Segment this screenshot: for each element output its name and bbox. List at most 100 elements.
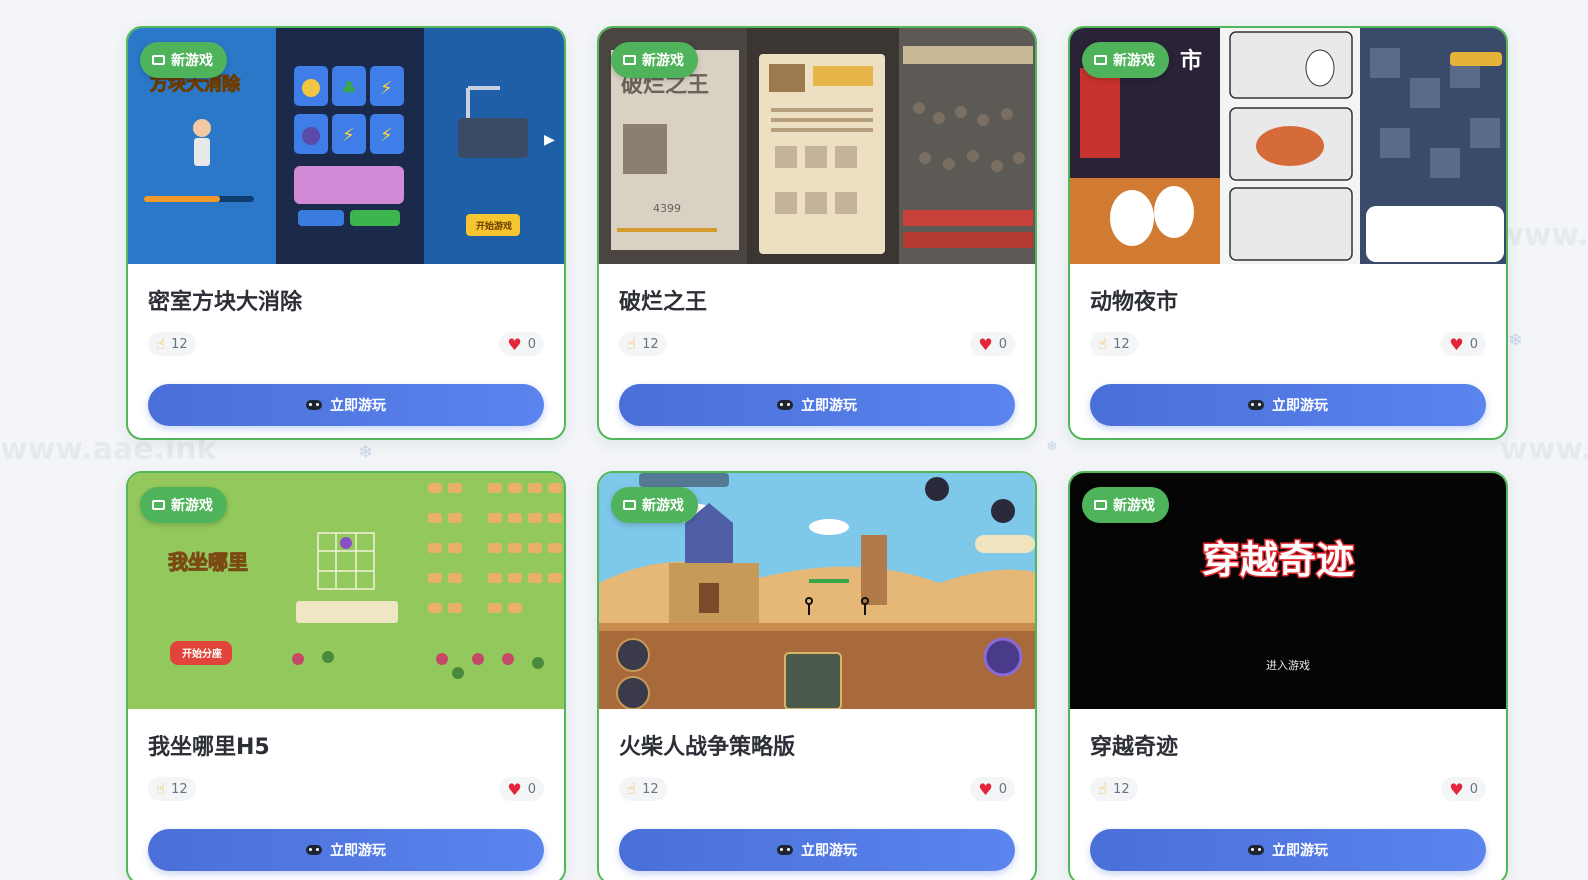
game-card[interactable]: 方块大消除 ♣ ⚡ ⚡ ⚡ 开始游戏 ▶ 新游戏 密室方块大消除 ☝ 12 ♥ … <box>126 26 566 440</box>
badge-icon <box>1094 55 1107 65</box>
play-now-button[interactable]: 立即游玩 <box>619 829 1015 871</box>
play-now-label: 立即游玩 <box>330 843 386 859</box>
sign-text: 市 <box>1180 48 1202 74</box>
heart-icon[interactable]: ♥ <box>978 780 992 799</box>
game-thumbnail[interactable]: 穿越奇迹 进入游戏 新游戏 <box>1070 473 1506 709</box>
svg-text:⚡: ⚡ <box>380 78 393 99</box>
game-title[interactable]: 穿越奇迹 <box>1090 729 1178 761</box>
pointer-hand-icon: ☝ <box>627 335 637 353</box>
play-now-button[interactable]: 立即游玩 <box>148 384 544 426</box>
like-button[interactable]: ♥ 0 <box>970 777 1015 801</box>
like-button[interactable]: ♥ 0 <box>1441 332 1486 356</box>
badge-icon <box>623 500 636 510</box>
game-title[interactable]: 我坐哪里H5 <box>148 729 270 761</box>
enter-game-label: 进入游戏 <box>1266 659 1310 672</box>
like-button[interactable]: ♥ 0 <box>499 332 544 356</box>
heart-icon[interactable]: ♥ <box>507 335 521 354</box>
game-stats: ☝ 12 ♥ 0 <box>1090 777 1486 801</box>
pointer-hand-icon: ☝ <box>1098 780 1108 798</box>
badge-label: 新游戏 <box>642 498 684 514</box>
game-stats: ☝ 12 ♥ 0 <box>148 777 544 801</box>
snowflake-icon: ❄ <box>1508 330 1524 351</box>
new-game-badge: 新游戏 <box>1082 487 1169 523</box>
game-thumbnail[interactable]: 市 新游戏 <box>1070 28 1506 264</box>
play-count: ☝ 12 <box>1090 332 1138 356</box>
game-title[interactable]: 动物夜市 <box>1090 284 1178 316</box>
play-count-value: 12 <box>642 781 659 797</box>
svg-text:⚡: ⚡ <box>342 125 355 146</box>
heart-icon[interactable]: ♥ <box>1449 335 1463 354</box>
play-count-value: 12 <box>171 781 188 797</box>
svg-text:♣: ♣ <box>341 78 357 99</box>
play-count: ☝ 12 <box>619 332 667 356</box>
play-count: ☝ 12 <box>148 332 196 356</box>
badge-label: 新游戏 <box>1113 53 1155 69</box>
pointer-hand-icon: ☝ <box>627 780 637 798</box>
new-game-badge: 新游戏 <box>611 42 698 78</box>
play-count-value: 12 <box>1113 336 1130 352</box>
start-label: 开始分座 <box>182 647 222 660</box>
play-now-button[interactable]: 立即游玩 <box>1090 384 1486 426</box>
pointer-hand-icon: ☝ <box>156 780 166 798</box>
gamepad-icon <box>1248 845 1264 855</box>
watermark: www.aae.ink <box>1500 432 1588 467</box>
badge-icon <box>152 55 165 65</box>
svg-text:⚡: ⚡ <box>380 125 393 146</box>
svg-text:▶: ▶ <box>544 132 555 148</box>
play-count: ☝ 12 <box>148 777 196 801</box>
like-count-value: 0 <box>998 781 1007 797</box>
play-now-label: 立即游玩 <box>330 398 386 414</box>
like-count-value: 0 <box>1469 781 1478 797</box>
game-title[interactable]: 密室方块大消除 <box>148 284 302 316</box>
pointer-hand-icon: ☝ <box>1098 335 1108 353</box>
splash-title: 我坐哪里 <box>168 550 248 574</box>
badge-label: 新游戏 <box>1113 498 1155 514</box>
game-card[interactable]: 市 新游戏 动物夜市 ☝ 12 ♥ 0 立即游玩 <box>1068 26 1508 440</box>
like-count-value: 0 <box>527 781 536 797</box>
start-label: 开始游戏 <box>476 220 512 232</box>
game-thumbnail[interactable]: 破烂之王 4399 新游戏 <box>599 28 1035 264</box>
game-title[interactable]: 火柴人战争策略版 <box>619 729 795 761</box>
badge-icon <box>152 500 165 510</box>
page: ❄ ❄ ❄ ❄ ❄ www.aae.ink www.aae.ink www.aa… <box>0 0 1588 880</box>
like-button[interactable]: ♥ 0 <box>1441 777 1486 801</box>
play-now-button[interactable]: 立即游玩 <box>619 384 1015 426</box>
score-text: 4399 <box>653 202 681 215</box>
game-stats: ☝ 12 ♥ 0 <box>148 332 544 356</box>
play-now-label: 立即游玩 <box>801 398 857 414</box>
watermark: www.aae.ink <box>1496 218 1588 253</box>
badge-label: 新游戏 <box>171 53 213 69</box>
heart-icon[interactable]: ♥ <box>507 780 521 799</box>
gamepad-icon <box>306 400 322 410</box>
heart-icon[interactable]: ♥ <box>1449 780 1463 799</box>
game-stats: ☝ 12 ♥ 0 <box>1090 332 1486 356</box>
like-button[interactable]: ♥ 0 <box>499 777 544 801</box>
gamepad-icon <box>1248 400 1264 410</box>
play-now-label: 立即游玩 <box>801 843 857 859</box>
game-stats: ☝ 12 ♥ 0 <box>619 332 1015 356</box>
game-stats: ☝ 12 ♥ 0 <box>619 777 1015 801</box>
like-button[interactable]: ♥ 0 <box>970 332 1015 356</box>
game-thumbnail[interactable]: 新游戏 <box>599 473 1035 709</box>
game-card[interactable]: 穿越奇迹 进入游戏 新游戏 穿越奇迹 ☝ 12 ♥ 0 立即游玩 <box>1068 471 1508 880</box>
play-count: ☝ 12 <box>619 777 667 801</box>
play-now-button[interactable]: 立即游玩 <box>148 829 544 871</box>
badge-label: 新游戏 <box>171 498 213 514</box>
play-count-value: 12 <box>171 336 188 352</box>
like-count-value: 0 <box>527 336 536 352</box>
play-count: ☝ 12 <box>1090 777 1138 801</box>
play-now-button[interactable]: 立即游玩 <box>1090 829 1486 871</box>
game-card[interactable]: 新游戏 火柴人战争策略版 ☝ 12 ♥ 0 立即游玩 <box>597 471 1037 880</box>
new-game-badge: 新游戏 <box>1082 42 1169 78</box>
gamepad-icon <box>777 400 793 410</box>
game-title[interactable]: 破烂之王 <box>619 284 707 316</box>
game-card[interactable]: 我坐哪里 开始分座 新游戏 我坐哪里H5 ☝ 12 ♥ 0 立即游玩 <box>126 471 566 880</box>
pointer-hand-icon: ☝ <box>156 335 166 353</box>
new-game-badge: 新游戏 <box>140 487 227 523</box>
game-thumbnail[interactable]: 我坐哪里 开始分座 新游戏 <box>128 473 564 709</box>
game-thumbnail[interactable]: 方块大消除 ♣ ⚡ ⚡ ⚡ 开始游戏 ▶ 新游戏 <box>128 28 564 264</box>
badge-icon <box>623 55 636 65</box>
heart-icon[interactable]: ♥ <box>978 335 992 354</box>
badge-label: 新游戏 <box>642 53 684 69</box>
game-card[interactable]: 破烂之王 4399 新游戏 破烂之王 ☝ 12 ♥ 0 立即游玩 <box>597 26 1037 440</box>
